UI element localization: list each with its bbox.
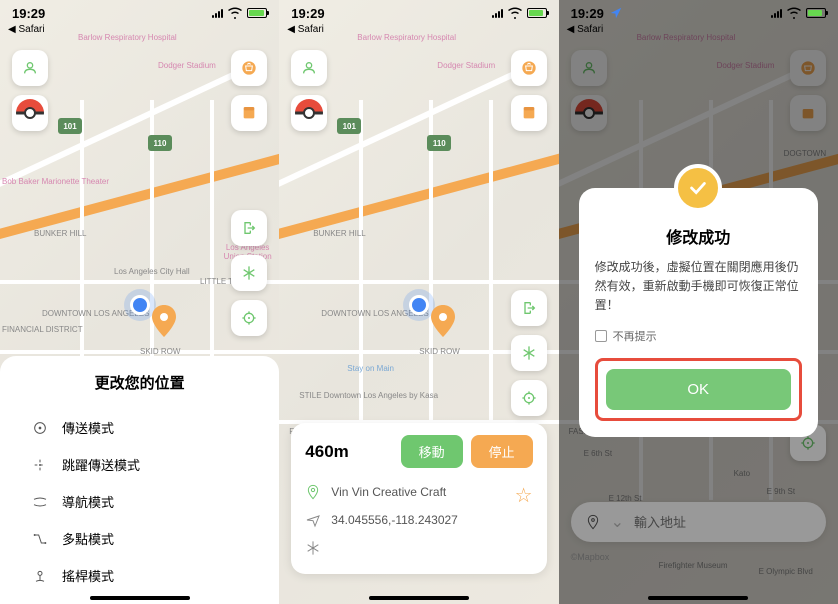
storage-button[interactable] — [231, 95, 267, 131]
wifi-icon — [227, 5, 243, 21]
mode-multipoint[interactable]: 多點模式 — [0, 520, 279, 557]
profile-button[interactable] — [291, 50, 327, 86]
cooldown-button[interactable] — [231, 255, 267, 291]
screen-success-modal: Barlow Respiratory Hospital Dodger Stadi… — [559, 0, 838, 604]
hwy-marker: 101 — [58, 118, 82, 134]
status-bar: 19:29 — [279, 0, 558, 26]
mode-joystick[interactable]: 搖桿模式 — [0, 557, 279, 594]
stop-button[interactable]: 停止 — [471, 435, 533, 468]
poi-label: Dodger Stadium — [437, 62, 495, 71]
battery-icon — [806, 8, 826, 18]
place-row: Vin Vin Creative Craft — [305, 478, 532, 506]
wifi-icon — [507, 5, 523, 21]
screen-route-info: 101 110 Barlow Respiratory Hospital Dodg… — [279, 0, 558, 604]
battery-icon — [247, 8, 267, 18]
coords-row: 34.045556,-118.243027 — [305, 506, 532, 534]
home-indicator[interactable] — [90, 596, 190, 600]
move-button[interactable]: 移動 — [401, 435, 463, 468]
mode-jump-teleport[interactable]: 跳躍傳送模式 — [0, 446, 279, 483]
route-info-card: 460m 移動 停止 Vin Vin Creative Craft 34.045… — [291, 423, 546, 574]
hwy-marker: 110 — [427, 135, 451, 151]
status-bar: 19:29 — [0, 0, 279, 26]
area-label: FINANCIAL DISTRICT — [2, 326, 83, 335]
area-label: SKID ROW — [419, 348, 459, 357]
poi-label: Dodger Stadium — [158, 62, 216, 71]
storage-button[interactable] — [511, 95, 547, 131]
checkbox-icon — [595, 330, 607, 342]
locate-button[interactable] — [231, 300, 267, 336]
battery-icon — [527, 8, 547, 18]
poi-label: Stay on Main — [347, 365, 394, 374]
dont-show-checkbox[interactable]: 不再提示 — [595, 328, 802, 344]
cooldown-button[interactable] — [511, 335, 547, 371]
pokeball-icon — [295, 99, 323, 127]
destination-pin[interactable] — [431, 305, 455, 337]
distance-value: 460m — [305, 442, 348, 462]
exit-button[interactable] — [231, 210, 267, 246]
modal-title: 修改成功 — [595, 224, 802, 248]
destination-pin[interactable] — [152, 305, 176, 337]
wifi-icon — [786, 5, 802, 21]
hwy-marker: 110 — [148, 135, 172, 151]
locate-button[interactable] — [511, 380, 547, 416]
sheet-title: 更改您的位置 — [0, 372, 279, 393]
poi-label: Los Angeles City Hall — [114, 268, 190, 277]
mode-navigate[interactable]: 導航模式 — [0, 483, 279, 520]
profile-button[interactable] — [12, 50, 48, 86]
cooldown-row — [305, 534, 532, 562]
poi-label: Bob Baker Marionette Theater — [2, 178, 109, 187]
safari-back[interactable]: ◀ Safari — [567, 24, 604, 35]
hwy-marker: 101 — [337, 118, 361, 134]
pokeball-icon — [16, 99, 44, 127]
signal-icon — [771, 9, 782, 18]
safari-back[interactable]: ◀ Safari — [8, 24, 45, 35]
area-label: BUNKER HILL — [34, 230, 86, 239]
signal-icon — [492, 9, 503, 18]
poi-label: Barlow Respiratory Hospital — [357, 34, 456, 43]
poi-label: STILE Downtown Los Angeles by Kasa — [299, 392, 438, 401]
exit-button[interactable] — [511, 290, 547, 326]
location-active-icon — [609, 6, 623, 20]
shop-button[interactable] — [231, 50, 267, 86]
mode-select-sheet: 更改您的位置 傳送模式 跳躍傳送模式 導航模式 多點模式 搖桿模式 — [0, 356, 279, 604]
home-indicator[interactable] — [369, 596, 469, 600]
area-label: BUNKER HILL — [313, 230, 365, 239]
success-modal: 修改成功 修改成功後，虛擬位置在關閉應用後仍然有效，重新啟動手機即可恢復正常位置… — [579, 188, 818, 437]
modal-body: 修改成功後，虛擬位置在關閉應用後仍然有效，重新啟動手機即可恢復正常位置！ — [595, 258, 802, 316]
favorite-button[interactable]: ☆ — [515, 483, 533, 508]
status-time: 19:29 — [12, 6, 45, 21]
status-time: 19:29 — [291, 6, 324, 21]
pokeball-button[interactable] — [12, 95, 48, 131]
poi-label: Barlow Respiratory Hospital — [78, 34, 177, 43]
screen-mode-selection: 101 110 Barlow Respiratory Hospital Dodg… — [0, 0, 279, 604]
mode-teleport[interactable]: 傳送模式 — [0, 409, 279, 446]
pokeball-button[interactable] — [291, 95, 327, 131]
ok-highlight: OK — [595, 358, 802, 421]
user-location-dot — [130, 295, 150, 315]
success-check-icon — [674, 164, 722, 212]
status-time: 19:29 — [571, 6, 604, 21]
ok-button[interactable]: OK — [606, 369, 791, 410]
safari-back[interactable]: ◀ Safari — [287, 24, 324, 35]
signal-icon — [212, 9, 223, 18]
shop-button[interactable] — [511, 50, 547, 86]
status-bar: 19:29 — [559, 0, 838, 26]
